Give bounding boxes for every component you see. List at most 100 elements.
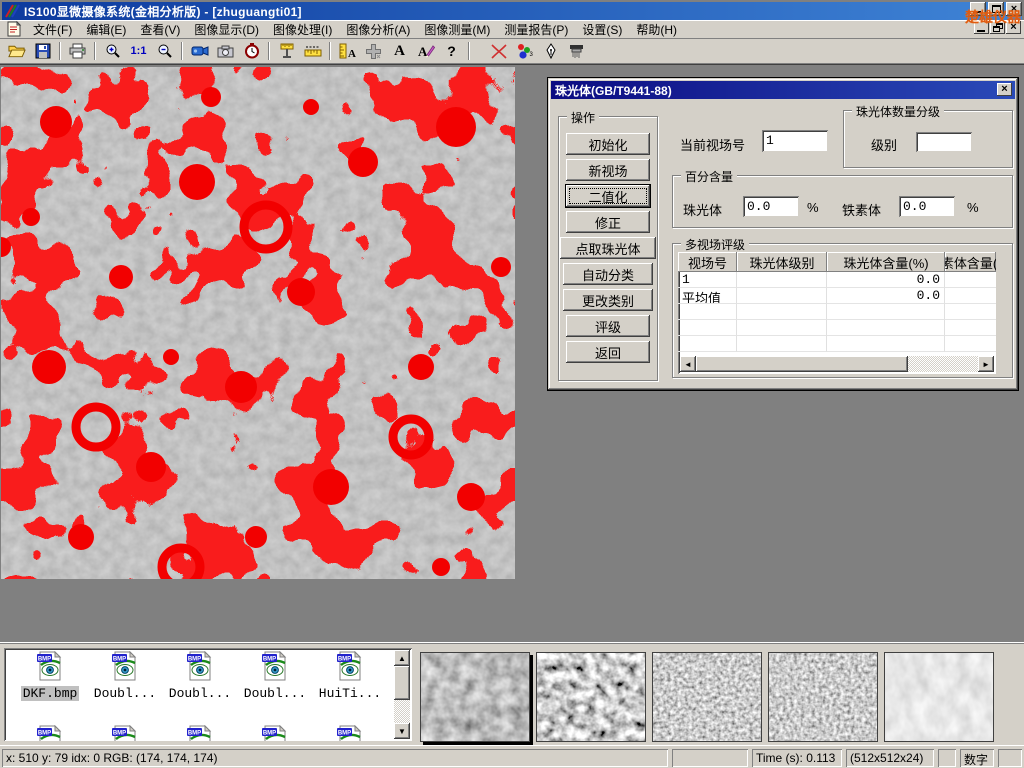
annotate-tool-icon[interactable]: A [413, 40, 438, 62]
move-tool-icon[interactable] [361, 40, 386, 62]
menu-image-analysis[interactable]: 图像分析(A) [339, 19, 417, 40]
dialog-title-bar[interactable]: 珠光体(GB/T9441-88) × [551, 81, 1015, 99]
help-icon[interactable]: ? [439, 40, 464, 62]
particle-classify-icon[interactable]: 3 [512, 40, 537, 62]
pick-pearlite-button[interactable]: 点取珠光体 [560, 237, 656, 259]
thumbnail[interactable] [536, 652, 646, 742]
file-item[interactable]: BMP DKF.bmp [12, 651, 88, 701]
menu-measure-report[interactable]: 测量报告(P) [497, 19, 575, 40]
level-input[interactable] [916, 132, 972, 152]
change-class-button[interactable]: 更改类别 [563, 289, 653, 311]
file-item[interactable]: BMP [87, 725, 163, 741]
binarize-button[interactable]: 二值化 [566, 185, 650, 207]
table-row[interactable]: 平均值 0.0 [678, 288, 996, 304]
particle-classify-svg: 3 [516, 43, 533, 60]
maximize-button[interactable] [988, 2, 1004, 16]
mdi-restore-button[interactable] [990, 21, 1005, 34]
svg-text:BMP: BMP [113, 731, 126, 737]
menu-image-display[interactable]: 图像显示(D) [187, 19, 266, 40]
file-item[interactable]: BMP [312, 725, 388, 741]
thumbnail-svg [769, 653, 877, 741]
return-button[interactable]: 返回 [566, 341, 650, 363]
menu-edit[interactable]: 编辑(E) [79, 19, 133, 40]
camera-capture-icon[interactable] [213, 40, 238, 62]
menu-help[interactable]: 帮助(H) [629, 19, 684, 40]
correct-button[interactable]: 修正 [566, 211, 650, 233]
thumbnail-svg [653, 653, 761, 741]
mdi-close-button[interactable]: × [1006, 21, 1021, 34]
auto-classify-button[interactable]: 自动分类 [563, 263, 653, 285]
scrollbar-track[interactable] [908, 356, 978, 372]
file-item[interactable]: BMP [12, 725, 88, 741]
col-pearlite-content[interactable]: 珠光体含量(%) [827, 252, 945, 272]
caliper-icon[interactable] [274, 40, 299, 62]
file-item[interactable]: BMP Doubl... [162, 651, 238, 701]
metallograph-image[interactable] [1, 67, 515, 579]
file-name[interactable]: Doubl... [242, 686, 308, 701]
status-end-panel [998, 749, 1022, 767]
grade-button[interactable]: 评级 [566, 315, 650, 337]
save-icon[interactable] [30, 40, 55, 62]
thumbnail-selected[interactable] [420, 652, 530, 742]
scrollbar-thumb[interactable] [696, 356, 908, 372]
toolbar-separator [268, 42, 270, 60]
menu-settings[interactable]: 设置(S) [575, 19, 629, 40]
file-item[interactable]: BMP Doubl... [237, 651, 313, 701]
new-field-button[interactable]: 新视场 [566, 159, 650, 181]
actual-size-icon[interactable]: 1:1 [126, 40, 151, 62]
menu-image-measure[interactable]: 图像测量(M) [417, 19, 497, 40]
scroll-down-button[interactable]: ▼ [394, 723, 410, 739]
measure-text-icon[interactable]: A [335, 40, 360, 62]
menu-image-processing[interactable]: 图像处理(I) [266, 19, 339, 40]
print-icon[interactable] [65, 40, 90, 62]
file-item[interactable]: BMP [162, 725, 238, 741]
file-name[interactable]: Doubl... [167, 686, 233, 701]
scroll-up-button[interactable]: ▲ [394, 650, 410, 666]
zoom-in-icon[interactable] [100, 40, 125, 62]
pen-tool-icon[interactable] [538, 40, 563, 62]
scroll-right-button[interactable]: ► [978, 356, 994, 372]
thumbnail[interactable] [652, 652, 762, 742]
scrollbar-thumb[interactable] [394, 666, 410, 700]
thumbnail[interactable] [768, 652, 878, 742]
file-list-scrollbar[interactable]: ▲ ▼ [394, 650, 410, 739]
curve-tool-icon[interactable] [486, 40, 511, 62]
menu-view[interactable]: 查看(V) [133, 19, 187, 40]
dialog-close-button[interactable]: × [997, 83, 1012, 96]
thumbnail-svg [421, 653, 529, 741]
table-row[interactable]: 1 0.0 [678, 272, 996, 288]
mdi-minimize-button[interactable] [974, 21, 989, 34]
zoom-out-icon[interactable] [152, 40, 177, 62]
file-item[interactable]: BMP HuiTi... [312, 651, 388, 701]
cell-field: 平均值 [678, 288, 737, 304]
file-item[interactable]: BMP Doubl... [87, 651, 163, 701]
text-tool-icon[interactable]: A [387, 40, 412, 62]
brush-tool-icon[interactable] [564, 40, 589, 62]
ruler-icon[interactable] [300, 40, 325, 62]
pearlite-input[interactable]: 0.0 [743, 196, 799, 217]
document-icon-svg [6, 21, 22, 37]
file-item[interactable]: BMP [237, 725, 313, 741]
timer-icon[interactable] [239, 40, 264, 62]
table-horizontal-scrollbar[interactable]: ◄ ► [680, 356, 994, 372]
window-title: IS100显微摄像系统(金相分析版) - [zhuguangti01] [24, 3, 302, 20]
bmp-file-icon: BMP [336, 725, 364, 741]
menu-file[interactable]: 文件(F) [26, 19, 79, 40]
thumbnail-svg [537, 653, 645, 741]
file-name[interactable]: Doubl... [92, 686, 158, 701]
file-name[interactable]: HuiTi... [317, 686, 383, 701]
ferrite-input[interactable]: 0.0 [899, 196, 955, 217]
file-name[interactable]: DKF.bmp [21, 686, 80, 701]
col-pearlite-level[interactable]: 珠光体级别 [737, 252, 827, 272]
current-field-input[interactable]: 1 [762, 130, 828, 152]
thumbnail[interactable] [884, 652, 994, 742]
video-capture-icon[interactable] [187, 40, 212, 62]
minimize-button[interactable] [970, 2, 986, 16]
close-button[interactable]: × [1006, 2, 1022, 16]
current-field-label: 当前视场号 [680, 135, 745, 154]
scroll-left-button[interactable]: ◄ [680, 356, 696, 372]
col-field-number[interactable]: 视场号 [678, 252, 737, 272]
open-folder-icon[interactable] [4, 40, 29, 62]
col-ferrite-content[interactable]: 铁素体含量(%) [945, 252, 996, 272]
initialize-button[interactable]: 初始化 [566, 133, 650, 155]
